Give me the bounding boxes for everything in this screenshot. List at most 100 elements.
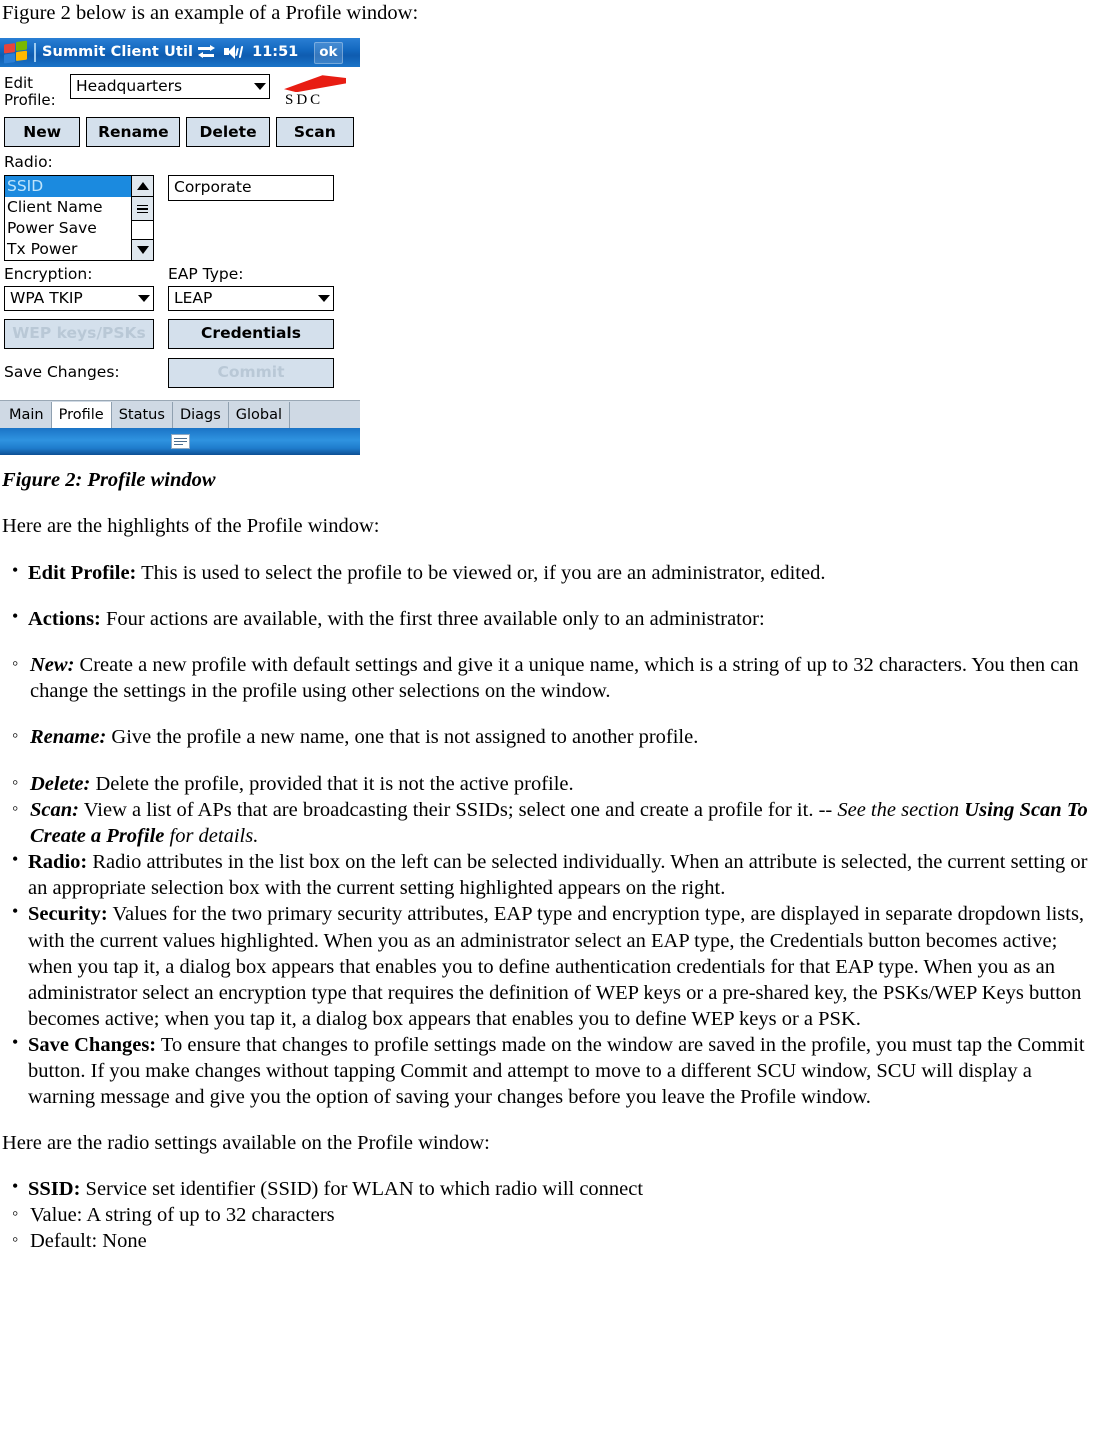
chevron-down-icon [254, 83, 266, 91]
edit-profile-label: Edit Profile: [4, 74, 70, 109]
term-edit-profile: Edit Profile: [28, 561, 137, 584]
triangle-up-icon [136, 182, 149, 191]
radio-settings-list: SSID: Service set identifier (SSID) for … [0, 1175, 1099, 1255]
windows-flag-icon [3, 40, 29, 65]
titlebar-divider [34, 43, 36, 63]
ok-button[interactable]: ok [314, 41, 343, 64]
term-security: Security: [28, 903, 108, 926]
scan-note-post: for details. [164, 825, 259, 848]
term-new: New: [30, 654, 75, 677]
term-actions: Actions: [28, 607, 101, 630]
credentials-button[interactable]: Credentials [168, 319, 334, 350]
list-item-rename: Rename: Give the profile a new name, one… [0, 724, 1099, 750]
radio-settings-lead: Here are the radio settings available on… [2, 1131, 490, 1154]
list-item-ssid: SSID: Service set identifier (SSID) for … [0, 1175, 1099, 1202]
tab-diags[interactable]: Diags [172, 402, 229, 429]
figure-bottom-spacer [0, 455, 360, 464]
scrollbar-track[interactable] [132, 197, 153, 240]
window-taskbar [0, 428, 360, 456]
tab-status[interactable]: Status [111, 402, 173, 429]
scroll-up-button[interactable] [132, 176, 153, 198]
chevron-down-icon [138, 295, 150, 303]
listbox-scrollbar[interactable] [131, 176, 153, 261]
edit-profile-row: Edit Profile: Headquarters SDC [4, 74, 354, 110]
delete-button[interactable]: Delete [186, 117, 270, 148]
document-page: Figure 2 below is an example of a Profil… [0, 0, 1099, 1456]
text-edit-profile: This is used to select the profile to be… [136, 561, 826, 584]
scroll-down-button[interactable] [132, 239, 153, 261]
list-item-actions: Actions: Four actions are available, wit… [0, 605, 1099, 632]
list-item[interactable]: Power Save [5, 218, 131, 239]
window-title: Summit Client Util [42, 44, 194, 61]
new-button[interactable]: New [4, 117, 81, 148]
list-item-ssid-default: Default: None [0, 1228, 1099, 1254]
radio-attribute-listbox[interactable]: SSID Client Name Power Save Tx Power [4, 175, 154, 262]
list-item-security: Security: Values for the two primary sec… [0, 900, 1099, 1031]
radio-attributes-area: SSID Client Name Power Save Tx Power Cor… [4, 175, 354, 262]
profile-window-figure: Summit Client Util 11:51 ok Edit Profile… [0, 38, 360, 464]
clock-time[interactable]: 11:51 [252, 43, 298, 62]
list-item-radio: Radio: Radio attributes in the list box … [0, 848, 1099, 901]
scan-note-pre: See the section [837, 798, 965, 821]
term-delete: Delete: [30, 772, 91, 795]
list-item-scan: Scan: View a list of APs that are broadc… [0, 797, 1099, 849]
text-delete: Delete the profile, provided that it is … [90, 772, 574, 795]
wep-keys-psks-button[interactable]: WEP keys/PSKs [4, 319, 154, 350]
list-item-delete: Delete: Delete the profile, provided tha… [0, 771, 1099, 797]
commit-button[interactable]: Commit [168, 358, 334, 389]
list-item[interactable]: Client Name [5, 197, 131, 218]
list-item[interactable]: SSID [5, 176, 131, 198]
list-item[interactable]: Tx Power [5, 239, 131, 260]
text-ssid: Service set identifier (SSID) for WLAN t… [80, 1177, 644, 1200]
tabbar-filler [290, 402, 360, 429]
text-scan: View a list of APs that are broadcasting… [78, 798, 838, 821]
edit-profile-label-line2: Profile: [4, 91, 56, 110]
scan-button[interactable]: Scan [275, 117, 354, 148]
text-new: Create a new profile with default settin… [30, 654, 1079, 703]
security-labels-row: Encryption: EAP Type: [4, 265, 354, 285]
actions-sublist: New: Create a new profile with default s… [0, 652, 1099, 849]
text-radio: Radio attributes in the list box on the … [28, 851, 1088, 900]
list-item-save-changes: Save Changes: To ensure that changes to … [0, 1031, 1099, 1110]
rename-button[interactable]: Rename [86, 117, 181, 148]
term-rename: Rename: [30, 726, 107, 749]
window-client-area: Edit Profile: Headquarters SDC New Renam… [0, 67, 360, 389]
list-item-edit-profile: Edit Profile: This is used to select the… [0, 559, 1099, 586]
text-actions: Four actions are available, with the fir… [100, 607, 765, 630]
tab-global[interactable]: Global [228, 402, 291, 429]
chevron-down-icon [318, 295, 330, 303]
sdc-wedge-icon [284, 75, 346, 93]
tab-main[interactable]: Main [2, 402, 52, 429]
text-security: Values for the two primary security attr… [28, 903, 1085, 1030]
scrollbar-thumb[interactable] [132, 197, 153, 222]
ssid-sublist: Value: A string of up to 32 characters D… [0, 1202, 1099, 1254]
edit-profile-label-line1: Edit [4, 74, 34, 93]
term-scan: Scan: [30, 798, 79, 821]
save-changes-row: Save Changes: Commit [4, 358, 354, 389]
eap-type-dropdown[interactable]: LEAP [168, 286, 334, 312]
text-rename: Give the profile a new name, one that is… [106, 726, 699, 749]
term-radio: Radio: [28, 851, 88, 874]
edit-profile-dropdown[interactable]: Headquarters [70, 74, 270, 100]
sync-icon[interactable] [198, 45, 217, 60]
text-save-changes: To ensure that changes to profile settin… [28, 1033, 1085, 1108]
window-titlebar: Summit Client Util 11:51 ok [0, 38, 360, 68]
radio-value-field[interactable]: Corporate [168, 175, 334, 202]
list-item-new: New: Create a new profile with default s… [0, 652, 1099, 704]
term-ssid: SSID: [28, 1177, 81, 1200]
triangle-down-icon [136, 246, 149, 255]
radio-label: Radio: [4, 153, 53, 172]
key-buttons-row: WEP keys/PSKs Credentials [4, 319, 354, 350]
highlights-lead: Here are the highlights of the Profile w… [2, 515, 380, 538]
sdc-logo: SDC [278, 74, 352, 110]
titlebar-icons: 11:51 ok [198, 41, 343, 64]
keyboard-icon[interactable] [170, 434, 190, 450]
list-item-ssid-value: Value: A string of up to 32 characters [0, 1202, 1099, 1228]
encryption-dropdown[interactable]: WPA TKIP [4, 286, 154, 312]
tab-profile[interactable]: Profile [51, 402, 112, 429]
encryption-value: WPA TKIP [10, 288, 83, 307]
intro-paragraph: Figure 2 below is an example of a Profil… [2, 2, 419, 24]
grip-lines-icon [137, 203, 148, 216]
speaker-icon[interactable] [224, 45, 244, 60]
window-tabbar: Main Profile Status Diags Global [0, 400, 360, 429]
